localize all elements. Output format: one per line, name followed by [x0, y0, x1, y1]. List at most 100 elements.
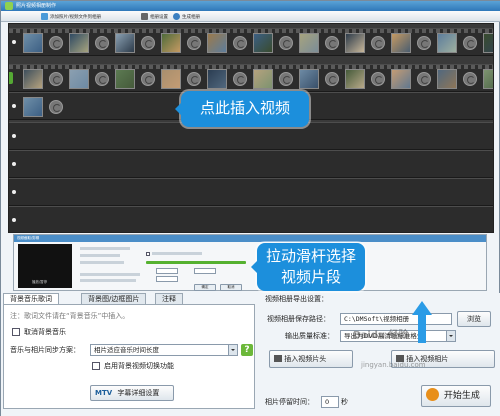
track-dot	[12, 40, 16, 44]
transition-icon[interactable]	[187, 36, 201, 50]
clip-thumbnail[interactable]	[23, 33, 43, 53]
video-icon	[274, 355, 282, 362]
clip-thumbnail[interactable]	[299, 69, 319, 89]
clip-thumbnail[interactable]	[161, 69, 181, 89]
transition-icon[interactable]	[417, 36, 431, 50]
info-line	[80, 279, 136, 282]
info-line	[152, 252, 202, 255]
track-dot	[12, 134, 16, 138]
clip-thumbnail[interactable]	[69, 69, 89, 89]
clip-thumbnail[interactable]	[115, 33, 135, 53]
transition-icon[interactable]	[95, 36, 109, 50]
add-photo-icon	[41, 13, 48, 20]
clip-thumbnail[interactable]	[437, 69, 457, 89]
transition-icon[interactable]	[279, 36, 293, 50]
transition-icon[interactable]	[187, 72, 201, 86]
clip-thumbnail[interactable]	[207, 33, 227, 53]
transition-icon[interactable]	[371, 72, 385, 86]
clip-row	[23, 33, 493, 53]
clip-row	[23, 97, 66, 117]
clip-thumbnail[interactable]	[299, 33, 319, 53]
browse-button[interactable]: 浏览	[457, 311, 491, 327]
transition-icon[interactable]	[371, 36, 385, 50]
end-time-input[interactable]	[194, 268, 216, 274]
timeline-track-1[interactable]	[9, 28, 493, 56]
transition-icon[interactable]	[233, 72, 247, 86]
clip-option-checkbox[interactable]	[146, 252, 150, 256]
subtitle-settings-button[interactable]: MTV 字幕详细设置	[90, 385, 174, 401]
clip-thumbnail[interactable]	[161, 33, 181, 53]
transition-icon[interactable]	[279, 72, 293, 86]
app-icon	[5, 2, 13, 10]
duration-input[interactable]: 0	[321, 396, 339, 408]
album-settings-button[interactable]: 相册设置	[141, 12, 168, 21]
clip-thumbnail[interactable]	[345, 69, 365, 89]
editor-cancel-button[interactable]: 取消	[220, 284, 242, 291]
track-dot	[12, 190, 16, 194]
clip-thumbnail[interactable]	[345, 33, 365, 53]
track-dot	[12, 218, 16, 222]
track-dot	[12, 162, 16, 166]
info-line	[80, 247, 130, 250]
transition-icon[interactable]	[49, 100, 63, 114]
cancel-bg-music-checkbox[interactable]	[12, 328, 20, 336]
video-preview[interactable]: 播放/暂停	[18, 244, 72, 288]
track-handle[interactable]	[9, 72, 13, 84]
generate-album-button[interactable]: 生成相册	[173, 12, 200, 21]
mtv-label: MTV	[95, 389, 113, 397]
transition-icon[interactable]	[463, 36, 477, 50]
start-generate-button[interactable]: 开始生成	[421, 385, 491, 407]
clip-thumbnail[interactable]	[253, 33, 273, 53]
transition-icon[interactable]	[417, 72, 431, 86]
output-settings-panel: 视频相册导出设置： 视频相册保存路径： C:\DMSoft\视频相册 浏览 输出…	[259, 293, 499, 416]
settings-icon	[141, 13, 148, 20]
timeline-track-7[interactable]	[9, 206, 493, 232]
insert-intro-button[interactable]: 插入视频片头	[269, 350, 353, 368]
transition-icon[interactable]	[141, 72, 155, 86]
transition-icon[interactable]	[49, 36, 63, 50]
timeline-track-5[interactable]	[9, 150, 493, 178]
clip-thumbnail[interactable]	[207, 69, 227, 89]
clip-thumbnail[interactable]	[253, 69, 273, 89]
track-dot	[12, 104, 16, 108]
timeline-track-2[interactable]	[9, 64, 493, 92]
clip-thumbnail[interactable]	[437, 33, 457, 53]
start-time-input[interactable]	[156, 268, 178, 274]
duration-unit: 秒	[341, 398, 348, 406]
clip-thumbnail[interactable]	[23, 97, 43, 117]
bg-video-switch-checkbox[interactable]	[92, 362, 100, 370]
arrow-up-icon	[412, 301, 432, 343]
timeline	[8, 23, 494, 233]
clip-thumbnail[interactable]	[483, 69, 493, 89]
chevron-down-icon	[446, 331, 455, 341]
cancel-bg-music-label: 取消背景音乐	[24, 328, 66, 336]
clip-thumbnail[interactable]	[391, 69, 411, 89]
clip-thumbnail[interactable]	[69, 33, 89, 53]
transition-icon[interactable]	[325, 72, 339, 86]
add-files-button[interactable]: 添加照片/视频文件到相册	[41, 12, 101, 21]
window-title: 照片视频相册制作	[16, 3, 57, 9]
sync-scheme-select[interactable]: 相片适应音乐时间长度	[90, 344, 238, 356]
transition-icon[interactable]	[49, 72, 63, 86]
watermark-url: jingyan.baidu.com	[361, 361, 426, 369]
play-icon	[426, 388, 439, 401]
clip-thumbnail[interactable]	[483, 33, 493, 53]
editor-ok-button[interactable]: 确定	[194, 284, 216, 291]
info-line	[80, 261, 124, 264]
clip-thumbnail[interactable]	[115, 69, 135, 89]
timeline-track-6[interactable]	[9, 178, 493, 206]
transition-icon[interactable]	[141, 36, 155, 50]
transition-icon[interactable]	[233, 36, 247, 50]
help-icon[interactable]: ?	[241, 344, 253, 356]
transition-icon[interactable]	[95, 72, 109, 86]
clip-thumbnail[interactable]	[391, 33, 411, 53]
bg-video-switch-label: 启用背景视频切换功能	[104, 362, 174, 370]
save-path-label: 视频相册保存路径：	[267, 315, 330, 323]
quality-label: 输出质量标准：	[285, 332, 334, 340]
clip-thumbnail[interactable]	[23, 69, 43, 89]
transition-icon[interactable]	[463, 72, 477, 86]
duration-input[interactable]	[156, 276, 178, 282]
clip-range-slider[interactable]	[146, 261, 246, 264]
transition-icon[interactable]	[325, 36, 339, 50]
save-path-input[interactable]: C:\DMSoft\视频相册	[340, 313, 452, 325]
